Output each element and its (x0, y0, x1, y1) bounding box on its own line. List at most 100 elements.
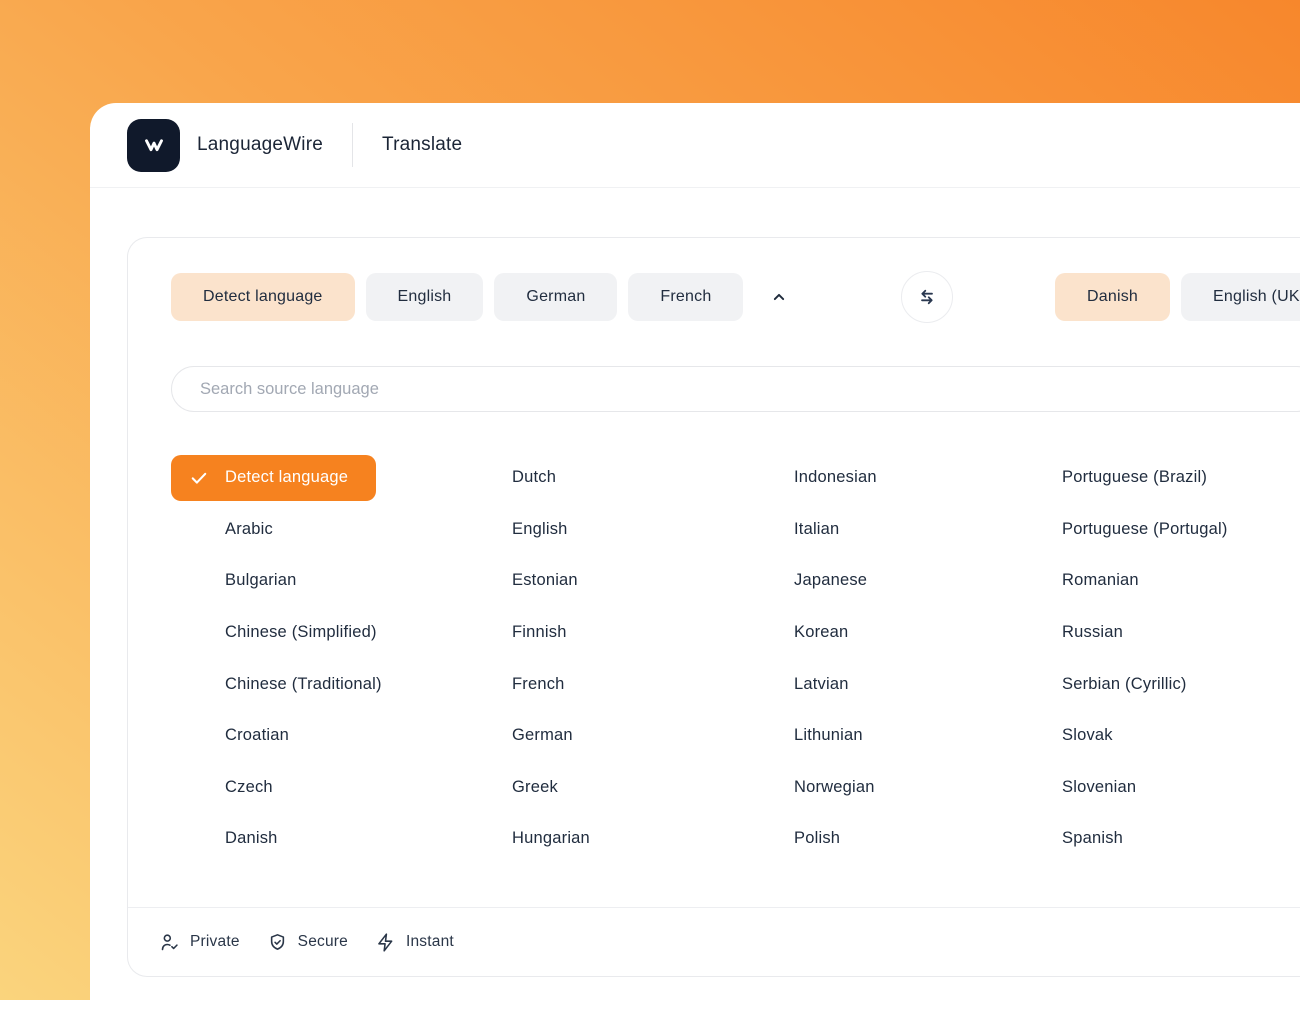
language-option-label: English (512, 520, 568, 539)
language-option[interactable]: Chinese (Traditional) (171, 658, 458, 710)
trust-badge-label: Secure (298, 933, 348, 951)
language-option-label: Italian (794, 520, 839, 539)
language-option[interactable]: Estonian (458, 555, 740, 607)
language-grid: Detect language Arabic Bulgarian Chinese (S… (171, 452, 1228, 865)
target-language-tab[interactable]: English (UK) (1181, 273, 1300, 321)
language-tabs-row: Detect languageEnglishGermanFrench (171, 273, 1300, 321)
lightning-icon (375, 932, 396, 953)
language-option[interactable]: Latvian (740, 658, 1008, 710)
language-option-label: Dutch (512, 468, 556, 487)
app-header: LanguageWire Translate (90, 103, 1300, 188)
product-name: Translate (382, 134, 462, 156)
swap-arrows-icon (915, 285, 939, 309)
source-language-tab[interactable]: French (628, 273, 743, 321)
language-option[interactable]: Danish (171, 813, 458, 865)
language-column: Indonesian Italian Japanese Korean Latvian Li… (740, 452, 1008, 865)
languagewire-logo[interactable] (127, 119, 180, 172)
language-option-label: Serbian (Cyrillic) (1062, 675, 1187, 694)
source-language-tab[interactable]: German (494, 273, 617, 321)
language-option-label: Portuguese (Brazil) (1062, 468, 1207, 487)
language-option-label: Spanish (1062, 829, 1123, 848)
language-option-label: Croatian (225, 726, 289, 745)
language-option-label: Czech (225, 778, 273, 797)
language-option[interactable]: Korean (740, 607, 1008, 659)
language-option[interactable]: Bulgarian (171, 555, 458, 607)
language-option-label: Bulgarian (225, 571, 297, 590)
selected-language-pill: Detect language (171, 455, 376, 501)
language-option-label: Chinese (Traditional) (225, 675, 382, 694)
translate-card: LanguageWire Translate Detect languageEn… (90, 103, 1300, 1030)
trust-badge-label: Private (190, 933, 240, 951)
source-language-tab-active[interactable]: Detect language (171, 273, 355, 321)
check-icon (189, 468, 209, 488)
language-option[interactable]: Dutch (458, 452, 740, 504)
language-option[interactable]: Portuguese (Portugal) (1008, 504, 1228, 556)
swap-languages-button[interactable] (901, 271, 953, 323)
brand-name: LanguageWire (197, 134, 323, 156)
language-option[interactable]: Lithunian (740, 710, 1008, 762)
trust-badge-secure: Secure (267, 932, 348, 953)
language-option[interactable]: Japanese (740, 555, 1008, 607)
language-option-label: Slovak (1062, 726, 1113, 745)
language-option[interactable]: Portuguese (Brazil) (1008, 452, 1228, 504)
language-option-label: Portuguese (Portugal) (1062, 520, 1228, 539)
source-language-tabs: Detect languageEnglishGermanFrench (171, 273, 754, 321)
language-option[interactable]: Spanish (1008, 813, 1228, 865)
language-option-selected[interactable]: Detect language (171, 452, 458, 504)
trust-badge-instant: Instant (375, 932, 454, 953)
source-language-tab[interactable]: English (366, 273, 484, 321)
language-option[interactable]: Finnish (458, 607, 740, 659)
language-option[interactable]: Slovenian (1008, 762, 1228, 814)
language-option[interactable]: Chinese (Simplified) (171, 607, 458, 659)
language-option-label: Hungarian (512, 829, 590, 848)
language-option[interactable]: Italian (740, 504, 1008, 556)
language-option[interactable]: Croatian (171, 710, 458, 762)
target-language-tab-active[interactable]: Danish (1055, 273, 1170, 321)
trust-badge-label: Instant (406, 933, 454, 951)
language-option-label: Slovenian (1062, 778, 1136, 797)
languagewire-w-icon (139, 130, 169, 160)
collapse-panel-button[interactable] (759, 277, 799, 317)
language-option-label: Estonian (512, 571, 578, 590)
language-option-label: Polish (794, 829, 840, 848)
language-option[interactable]: Polish (740, 813, 1008, 865)
language-option[interactable]: Indonesian (740, 452, 1008, 504)
language-option-label: Lithunian (794, 726, 863, 745)
gradient-background: LanguageWire Translate Detect languageEn… (0, 0, 1300, 1000)
language-option-label: German (512, 726, 573, 745)
language-option[interactable]: Arabic (171, 504, 458, 556)
language-option[interactable]: Czech (171, 762, 458, 814)
language-option[interactable]: Serbian (Cyrillic) (1008, 658, 1228, 710)
language-option[interactable]: Slovak (1008, 710, 1228, 762)
language-option-label: Japanese (794, 571, 867, 590)
language-column: Dutch English Estonian Finnish French German G… (458, 452, 740, 865)
language-option[interactable]: Hungarian (458, 813, 740, 865)
trust-badge-private: Private (159, 932, 240, 953)
language-option[interactable]: English (458, 504, 740, 556)
language-option-label: Danish (225, 829, 278, 848)
language-column: Portuguese (Brazil) Portuguese (Portugal)… (1008, 452, 1228, 865)
header-divider (352, 123, 353, 167)
language-option[interactable]: Norwegian (740, 762, 1008, 814)
language-option-label: Chinese (Simplified) (225, 623, 377, 642)
language-option-label: Finnish (512, 623, 567, 642)
chevron-up-icon (769, 287, 789, 307)
language-option-label: Arabic (225, 520, 273, 539)
language-option-label: French (512, 675, 565, 694)
language-option-label: Norwegian (794, 778, 875, 797)
language-option[interactable]: Greek (458, 762, 740, 814)
language-column: Detect language Arabic Bulgarian Chinese (S… (171, 452, 458, 865)
target-language-tabs: DanishEnglish (UK) (1055, 273, 1300, 321)
language-option[interactable]: Russian (1008, 607, 1228, 659)
trust-footer: Private Secure Instant (128, 907, 1300, 976)
shield-check-icon (267, 932, 288, 953)
language-option-label: Latvian (794, 675, 849, 694)
language-option-label: Indonesian (794, 468, 877, 487)
person-check-icon (159, 932, 180, 953)
language-option-label: Korean (794, 623, 848, 642)
search-input[interactable] (171, 366, 1300, 412)
language-option[interactable]: French (458, 658, 740, 710)
language-option-label: Romanian (1062, 571, 1139, 590)
language-option[interactable]: German (458, 710, 740, 762)
language-option[interactable]: Romanian (1008, 555, 1228, 607)
